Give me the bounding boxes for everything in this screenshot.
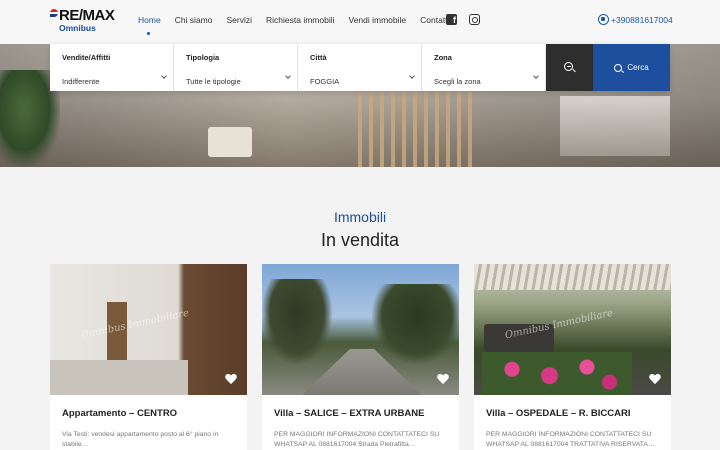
advanced-search-button[interactable] [546,44,593,91]
zoom-out-icon [564,62,573,71]
active-indicator [147,32,150,35]
search-icon [614,63,623,72]
logo-subtitle: Omnibus [59,23,96,33]
listing-photo[interactable]: Omnibus Immobiliare [474,264,671,395]
phone-number: +390881617004 [611,14,673,25]
hero-wood-slats [358,92,478,167]
heart-icon[interactable] [649,374,661,385]
chevron-down-icon [533,73,539,79]
whatsapp-icon [598,14,609,25]
listing-card[interactable]: Omnibus Immobiliare Villa – OSPEDALE – R… [474,264,671,450]
heart-icon[interactable] [225,374,237,385]
property-search-bar: Vendite/Affitti Indifferente Tipologia T… [50,44,670,91]
listing-title[interactable]: Villa – SALICE – EXTRA URBANE [274,408,424,419]
listing-card[interactable]: Villa – SALICE – EXTRA URBANE PER MAGGIO… [262,264,459,450]
listing-description: PER MAGGIORI INFORMAZIONI CONTATTATECI S… [486,431,655,448]
search-button[interactable]: Cerca [593,44,670,91]
logo-wordmark: RE/MAX [59,7,115,24]
listing-description: PER MAGGIORI INFORMAZIONI CONTATTATECI S… [274,431,440,448]
hero-lamp [208,127,252,157]
balloon-icon [50,8,58,17]
select-citta[interactable]: Città FOGGIA [298,44,422,91]
listing-description: Via Testi: vendesi appartamento posto al… [62,431,219,448]
chevron-down-icon [161,73,167,79]
facebook-icon[interactable]: f [446,14,457,25]
nav-item-chi-siamo[interactable]: Chi siamo [175,15,213,25]
listing-card[interactable]: Omnibus Immobiliare Appartamento – CENTR… [50,264,247,450]
instagram-icon[interactable] [469,14,480,25]
listing-title[interactable]: Villa – OSPEDALE – R. BICCARI [486,408,630,419]
listing-title[interactable]: Appartamento – CENTRO [62,408,177,419]
select-vendite-affitti[interactable]: Vendite/Affitti Indifferente [50,44,174,91]
section-title: In vendita [320,230,400,250]
chevron-down-icon [409,73,415,79]
chevron-down-icon [285,73,291,79]
watermark: Omnibus Immobiliare [80,307,191,342]
nav-item-vendi-immobile[interactable]: Vendi immobile [349,15,407,25]
select-tipologia[interactable]: Tipologia Tutte le tipologie [174,44,298,91]
nav-item-home[interactable]: Home [138,15,161,35]
select-zona[interactable]: Zona Scegli la zona [422,44,546,91]
top-header: RE/MAX Omnibus Home Chi siamo Servizi Ri… [0,0,720,44]
brand-logo[interactable]: RE/MAX Omnibus [50,8,116,36]
nav-item-richiesta-immobili[interactable]: Richiesta immobili [266,15,335,25]
main-nav: Home Chi siamo Servizi Richiesta immobil… [138,15,463,35]
nav-item-servizi[interactable]: Servizi [226,15,252,25]
heart-icon[interactable] [437,374,449,385]
hero-kitchen [560,96,670,156]
listing-photo[interactable]: Omnibus Immobiliare [50,264,247,395]
section-kicker: Immobili [333,209,387,225]
whatsapp-phone-link[interactable]: +390881617004 [598,14,673,25]
listing-photo[interactable] [262,264,459,395]
